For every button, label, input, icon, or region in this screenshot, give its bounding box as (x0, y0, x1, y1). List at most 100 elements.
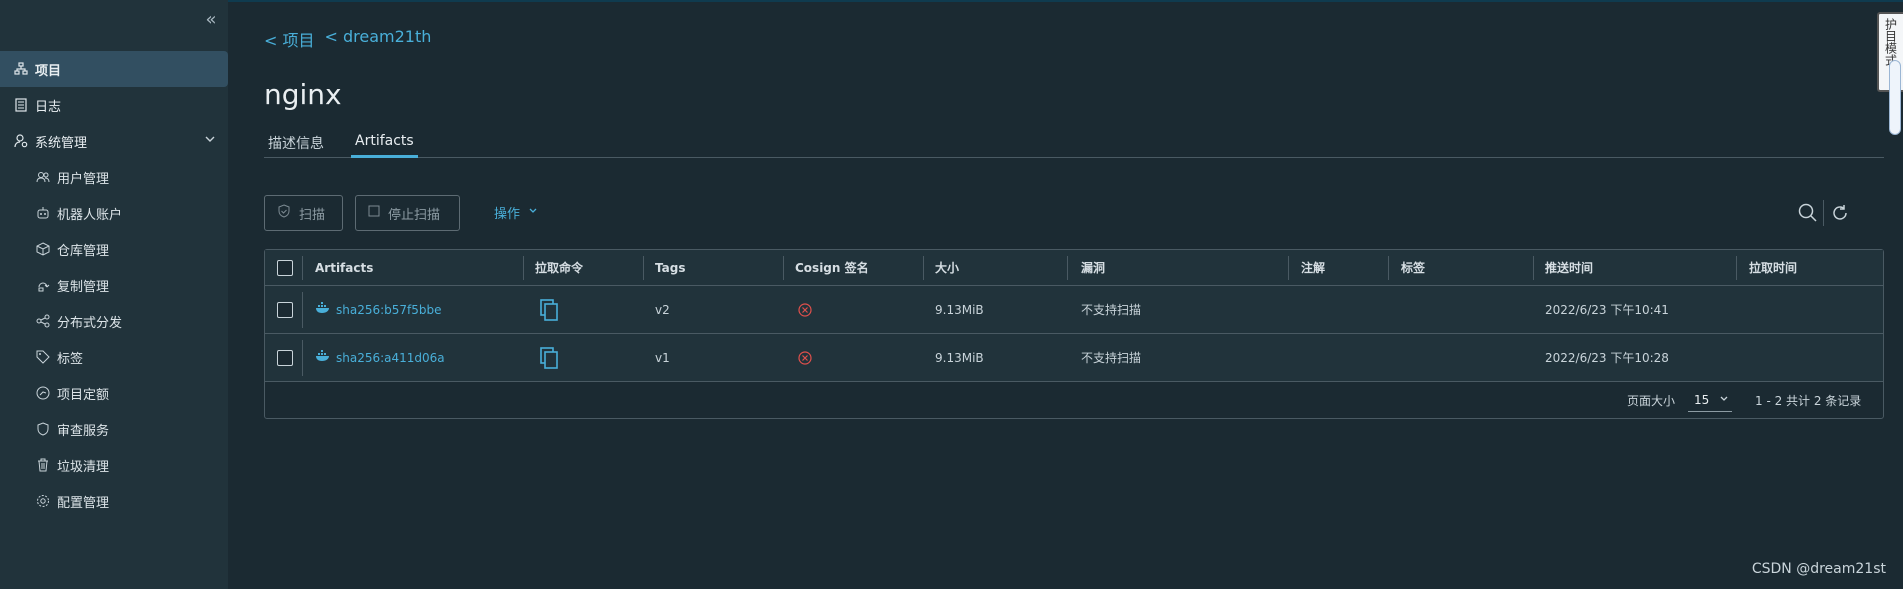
sidebar-item-users[interactable]: 用户管理 (0, 159, 228, 195)
select-all-checkbox[interactable] (277, 259, 293, 276)
sidebar-item-logs[interactable]: 日志 (0, 87, 228, 123)
tab-artifacts[interactable]: Artifacts (351, 133, 418, 158)
shield-icon (35, 421, 51, 437)
sidebar-item-config[interactable]: 配置管理 (0, 483, 228, 519)
column-divider (523, 256, 524, 280)
artifact-link[interactable]: sha256:b57f5bbe (315, 302, 442, 317)
tab-description[interactable]: 描述信息 (264, 133, 328, 158)
column-header-tags[interactable]: Tags (655, 250, 685, 285)
actions-dropdown[interactable]: 操作 (494, 203, 538, 222)
size-cell: 9.13MiB (935, 302, 984, 317)
column-header-size[interactable]: 大小 (935, 250, 959, 285)
row-checkbox[interactable] (277, 301, 293, 318)
page-size-label: 页面大小 (1627, 394, 1676, 408)
sidebar: « 项目 日志 系统管理 用户管理 机器人账户 仓库管理 复制管理 分布式分发 … (0, 0, 228, 589)
row-divider (302, 292, 303, 328)
column-header-annotations[interactable]: 注解 (1301, 250, 1325, 285)
artifact-cell: sha256:b57f5bbe (315, 286, 442, 333)
sidebar-item-label: 标签 (57, 351, 84, 367)
top-accent-line (0, 0, 1903, 2)
sidebar-item-label: 垃圾清理 (57, 459, 110, 475)
vulnerability-cell: 不支持扫描 (1081, 303, 1142, 317)
sidebar-item-label: 复制管理 (57, 279, 110, 295)
error-circle-icon (798, 334, 812, 381)
sidebar-item-admin[interactable]: 系统管理 (0, 123, 228, 159)
column-header-pull-time[interactable]: 拉取时间 (1749, 250, 1797, 285)
column-header-artifacts[interactable]: Artifacts (315, 250, 373, 285)
distribution-icon (35, 313, 51, 329)
column-header-cosign[interactable]: Cosign 签名 (795, 250, 869, 285)
sidebar-item-projects[interactable]: 项目 (0, 51, 228, 87)
chevron-down-icon (528, 205, 538, 220)
chevron-down-icon (1719, 393, 1729, 407)
sidebar-item-gc[interactable]: 垃圾清理 (0, 447, 228, 483)
column-divider (783, 256, 784, 280)
sidebar-item-label: 系统管理 (35, 135, 88, 151)
error-circle-icon (798, 286, 812, 333)
registry-icon (35, 241, 51, 257)
push-time-cell: 2022/6/23 下午10:41 (1545, 303, 1669, 317)
shield-check-icon (277, 204, 291, 222)
search-icon[interactable] (1797, 202, 1819, 224)
page-size-select[interactable]: 15 (1688, 388, 1732, 412)
sidebar-item-interrogation[interactable]: 审查服务 (0, 411, 228, 447)
log-icon (13, 97, 29, 113)
admin-icon (13, 133, 29, 149)
sidebar-item-distributions[interactable]: 分布式分发 (0, 303, 228, 339)
sidebar-item-label: 项目 (35, 63, 62, 79)
actions-label: 操作 (494, 207, 521, 222)
collapse-sidebar-icon[interactable]: « (200, 10, 222, 30)
refresh-icon[interactable] (1829, 202, 1851, 224)
sidebar-item-label: 配置管理 (57, 495, 110, 511)
breadcrumb-projects-link[interactable]: < 项目 (264, 27, 315, 51)
sidebar-item-label: 分布式分发 (57, 315, 123, 331)
column-header-labels[interactable]: 标签 (1401, 250, 1425, 285)
tags-cell: v2 (655, 302, 670, 317)
size-cell: 9.13MiB (935, 350, 984, 365)
toolbar-divider (1823, 200, 1824, 226)
page-title: nginx (264, 78, 342, 111)
stop-scan-button[interactable]: 停止扫描 (355, 195, 460, 231)
tab-bar: 描述信息 Artifacts (264, 130, 1884, 158)
scan-button-label: 扫描 (299, 207, 326, 223)
artifact-digest: sha256:a411d06a (336, 350, 445, 365)
side-scrollbar[interactable] (1889, 60, 1901, 135)
sidebar-item-replications[interactable]: 复制管理 (0, 267, 228, 303)
column-divider (1736, 256, 1737, 280)
artifact-link[interactable]: sha256:a411d06a (315, 350, 445, 365)
row-checkbox[interactable] (277, 349, 293, 366)
artifacts-table: Artifacts 拉取命令 Tags Cosign 签名 大小 漏洞 注解 标… (264, 249, 1884, 419)
page-size-value: 15 (1694, 392, 1710, 407)
copy-icon[interactable] (539, 334, 559, 381)
copy-icon[interactable] (539, 286, 559, 333)
sidebar-item-label: 审查服务 (57, 423, 110, 439)
sidebar-item-registries[interactable]: 仓库管理 (0, 231, 228, 267)
sidebar-item-label: 用户管理 (57, 171, 110, 187)
column-header-push-time[interactable]: 推送时间 (1545, 250, 1593, 285)
chevron-down-icon[interactable] (204, 133, 216, 149)
scan-button[interactable]: 扫描 (264, 195, 343, 231)
pagination-summary: 1 - 2 共计 2 条记录 (1755, 394, 1862, 408)
table-row: sha256:a411d06a v1 9.13MiB 不支持扫描 2022/6/… (265, 334, 1883, 382)
table-footer: 页面大小 15 1 - 2 共计 2 条记录 (265, 382, 1883, 418)
sidebar-item-labels[interactable]: 标签 (0, 339, 228, 375)
column-header-vulnerability[interactable]: 漏洞 (1081, 250, 1105, 285)
users-icon (35, 169, 51, 185)
column-divider (1288, 256, 1289, 280)
docker-icon (315, 350, 331, 365)
breadcrumb: < 项目 < dream21th (264, 27, 431, 51)
column-divider (1533, 256, 1534, 280)
column-divider (1388, 256, 1389, 280)
column-divider (1067, 256, 1068, 280)
sidebar-item-robots[interactable]: 机器人账户 (0, 195, 228, 231)
breadcrumb-project-link[interactable]: < dream21th (325, 27, 432, 51)
gear-icon (35, 493, 51, 509)
column-header-pull-command[interactable]: 拉取命令 (535, 250, 583, 285)
row-checkbox-cell (277, 334, 293, 381)
row-divider (302, 340, 303, 376)
sidebar-item-label: 项目定额 (57, 387, 110, 403)
table-header: Artifacts 拉取命令 Tags Cosign 签名 大小 漏洞 注解 标… (265, 250, 1883, 286)
tags-cell: v1 (655, 350, 670, 365)
sidebar-item-quotas[interactable]: 项目定额 (0, 375, 228, 411)
docker-icon (315, 302, 331, 317)
